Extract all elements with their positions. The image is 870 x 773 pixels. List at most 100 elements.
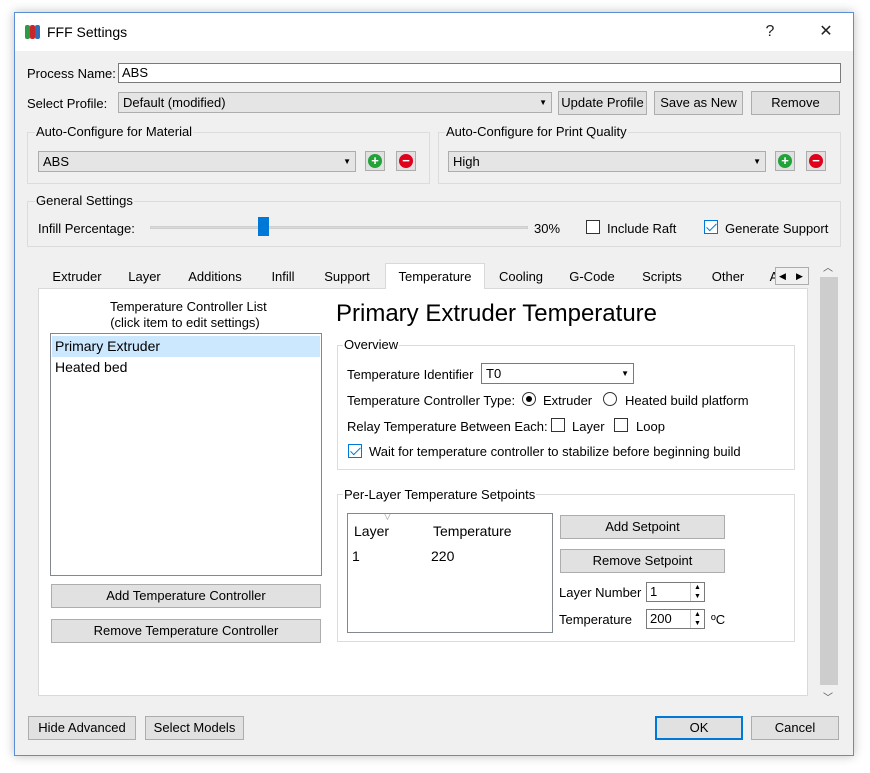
close-button[interactable]: ✕	[815, 21, 837, 43]
relay-loop-label: Loop	[636, 419, 665, 434]
profile-combo[interactable]: Default (modified) ▼	[118, 92, 552, 113]
include-raft-checkbox[interactable]	[586, 220, 600, 234]
column-header-temperature[interactable]: Temperature	[433, 523, 512, 539]
generate-support-label: Generate Support	[725, 221, 829, 236]
controller-type-label: Temperature Controller Type:	[347, 393, 516, 408]
remove-quality-button[interactable]: −	[806, 151, 826, 171]
overview-title: Overview	[343, 337, 400, 352]
tab-extruder[interactable]: Extruder	[41, 266, 113, 288]
relay-layer-label: Layer	[572, 419, 605, 434]
profile-value: Default (modified)	[123, 95, 226, 110]
add-material-button[interactable]: +	[365, 151, 385, 171]
infill-slider-track[interactable]	[150, 226, 528, 229]
tab-support[interactable]: Support	[311, 266, 383, 288]
include-raft-label: Include Raft	[607, 221, 677, 236]
tab-scroll-buttons: ◀ ▶	[775, 267, 809, 285]
tab-scripts[interactable]: Scripts	[629, 266, 695, 288]
scroll-down-icon[interactable]: ﹀	[823, 689, 833, 704]
plus-icon: +	[368, 154, 382, 168]
infill-slider-handle[interactable]	[257, 217, 269, 236]
add-quality-button[interactable]: +	[775, 151, 795, 171]
controller-item-heated-bed[interactable]: Heated bed	[52, 357, 320, 378]
relay-layer-checkbox[interactable]	[551, 418, 565, 432]
generate-support-checkbox[interactable]	[704, 220, 718, 234]
save-as-new-button[interactable]: Save as New	[654, 91, 743, 115]
controller-item-primary-extruder[interactable]: Primary Extruder	[52, 336, 320, 357]
chevron-down-icon: ▼	[343, 157, 351, 166]
setpoints-title: Per-Layer Temperature Setpoints	[343, 487, 537, 502]
wait-stabilize-label: Wait for temperature controller to stabi…	[369, 444, 741, 459]
ok-button[interactable]: OK	[655, 716, 743, 740]
tab-layer[interactable]: Layer	[116, 266, 173, 288]
identifier-label: Temperature Identifier	[347, 367, 474, 382]
infill-value: 30%	[534, 221, 561, 236]
chevron-down-icon: ▼	[539, 98, 547, 107]
tab-infill[interactable]: Infill	[257, 266, 309, 288]
infill-label: Infill Percentage:	[38, 221, 135, 236]
add-temperature-controller-button[interactable]: Add Temperature Controller	[51, 584, 321, 608]
plus-icon: +	[778, 154, 792, 168]
select-profile-label: Select Profile:	[27, 96, 108, 111]
type-extruder-radio[interactable]	[522, 392, 536, 406]
column-header-layer[interactable]: Layer	[354, 523, 389, 539]
title-bar: FFF Settings ? ✕	[15, 13, 853, 51]
controller-heading: Primary Extruder Temperature	[336, 300, 657, 327]
remove-profile-button[interactable]: Remove	[751, 91, 840, 115]
controller-list-subtitle: (click item to edit settings)	[110, 315, 260, 330]
setpoint-row-layer[interactable]: 1	[352, 548, 360, 564]
tab-scroll-right-icon[interactable]: ▶	[796, 268, 803, 284]
tab-cooling[interactable]: Cooling	[486, 266, 556, 288]
quality-combo[interactable]: High ▼	[448, 151, 766, 172]
add-setpoint-button[interactable]: Add Setpoint	[560, 515, 725, 539]
material-combo[interactable]: ABS ▼	[38, 151, 356, 172]
help-button[interactable]: ?	[759, 21, 781, 43]
tab-g-code[interactable]: G-Code	[558, 266, 626, 288]
select-models-button[interactable]: Select Models	[145, 716, 244, 740]
window-title: FFF Settings	[47, 24, 128, 40]
layer-number-label: Layer Number	[559, 585, 642, 600]
type-heated-platform-radio[interactable]	[603, 392, 617, 406]
auto-quality-title: Auto-Configure for Print Quality	[445, 124, 628, 139]
update-profile-button[interactable]: Update Profile	[558, 91, 647, 115]
type-heated-platform-label: Heated build platform	[625, 393, 749, 408]
material-value: ABS	[43, 154, 70, 169]
temperature-label: Temperature	[559, 612, 632, 627]
chevron-down-icon: ▼	[621, 369, 629, 378]
tab-other[interactable]: Other	[697, 266, 759, 288]
layer-number-spinbox[interactable]: 1 ▲ ▼	[646, 582, 705, 602]
setpoints-table[interactable]: ▽ Layer Temperature 1 220	[347, 511, 553, 633]
vertical-scrollbar[interactable]: ︿ ﹀	[818, 257, 840, 709]
relay-loop-checkbox[interactable]	[614, 418, 628, 432]
controller-list[interactable]: Primary Extruder Heated bed	[50, 333, 322, 576]
scroll-up-icon[interactable]: ︿	[823, 259, 833, 274]
identifier-value: T0	[486, 366, 502, 381]
scrollbar-thumb[interactable]	[820, 277, 838, 685]
setpoint-row-temperature[interactable]: 220	[431, 548, 454, 564]
hide-advanced-button[interactable]: Hide Advanced	[28, 716, 136, 740]
wait-stabilize-checkbox[interactable]	[348, 444, 362, 458]
spin-arrows-icon[interactable]: ▲ ▼	[690, 610, 704, 628]
type-extruder-label: Extruder	[543, 393, 593, 408]
cancel-button[interactable]: Cancel	[751, 716, 839, 740]
identifier-combo[interactable]: T0 ▼	[481, 363, 634, 384]
tab-temperature[interactable]: Temperature	[385, 263, 485, 289]
minus-icon: −	[809, 154, 823, 168]
sort-indicator-icon: ▽	[384, 511, 391, 521]
relay-label: Relay Temperature Between Each:	[347, 419, 548, 434]
temperature-spinbox[interactable]: 200 ▲ ▼	[646, 609, 705, 629]
controller-list-title: Temperature Controller List	[110, 299, 267, 314]
process-name-label: Process Name:	[27, 66, 116, 81]
general-settings-title: General Settings	[35, 193, 134, 208]
tab-additions[interactable]: Additions	[175, 266, 255, 288]
remove-setpoint-button[interactable]: Remove Setpoint	[560, 549, 725, 573]
remove-temperature-controller-button[interactable]: Remove Temperature Controller	[51, 619, 321, 643]
quality-value: High	[453, 154, 480, 169]
remove-material-button[interactable]: −	[396, 151, 416, 171]
process-name-input[interactable]: ABS	[118, 63, 841, 83]
auto-material-title: Auto-Configure for Material	[35, 124, 194, 139]
fff-settings-dialog: FFF Settings ? ✕ Process Name: ABS Selec…	[14, 12, 854, 756]
spin-arrows-icon[interactable]: ▲ ▼	[690, 583, 704, 601]
minus-icon: −	[399, 154, 413, 168]
tab-scroll-left-icon[interactable]: ◀	[779, 268, 786, 284]
temperature-value: 200	[650, 611, 672, 626]
